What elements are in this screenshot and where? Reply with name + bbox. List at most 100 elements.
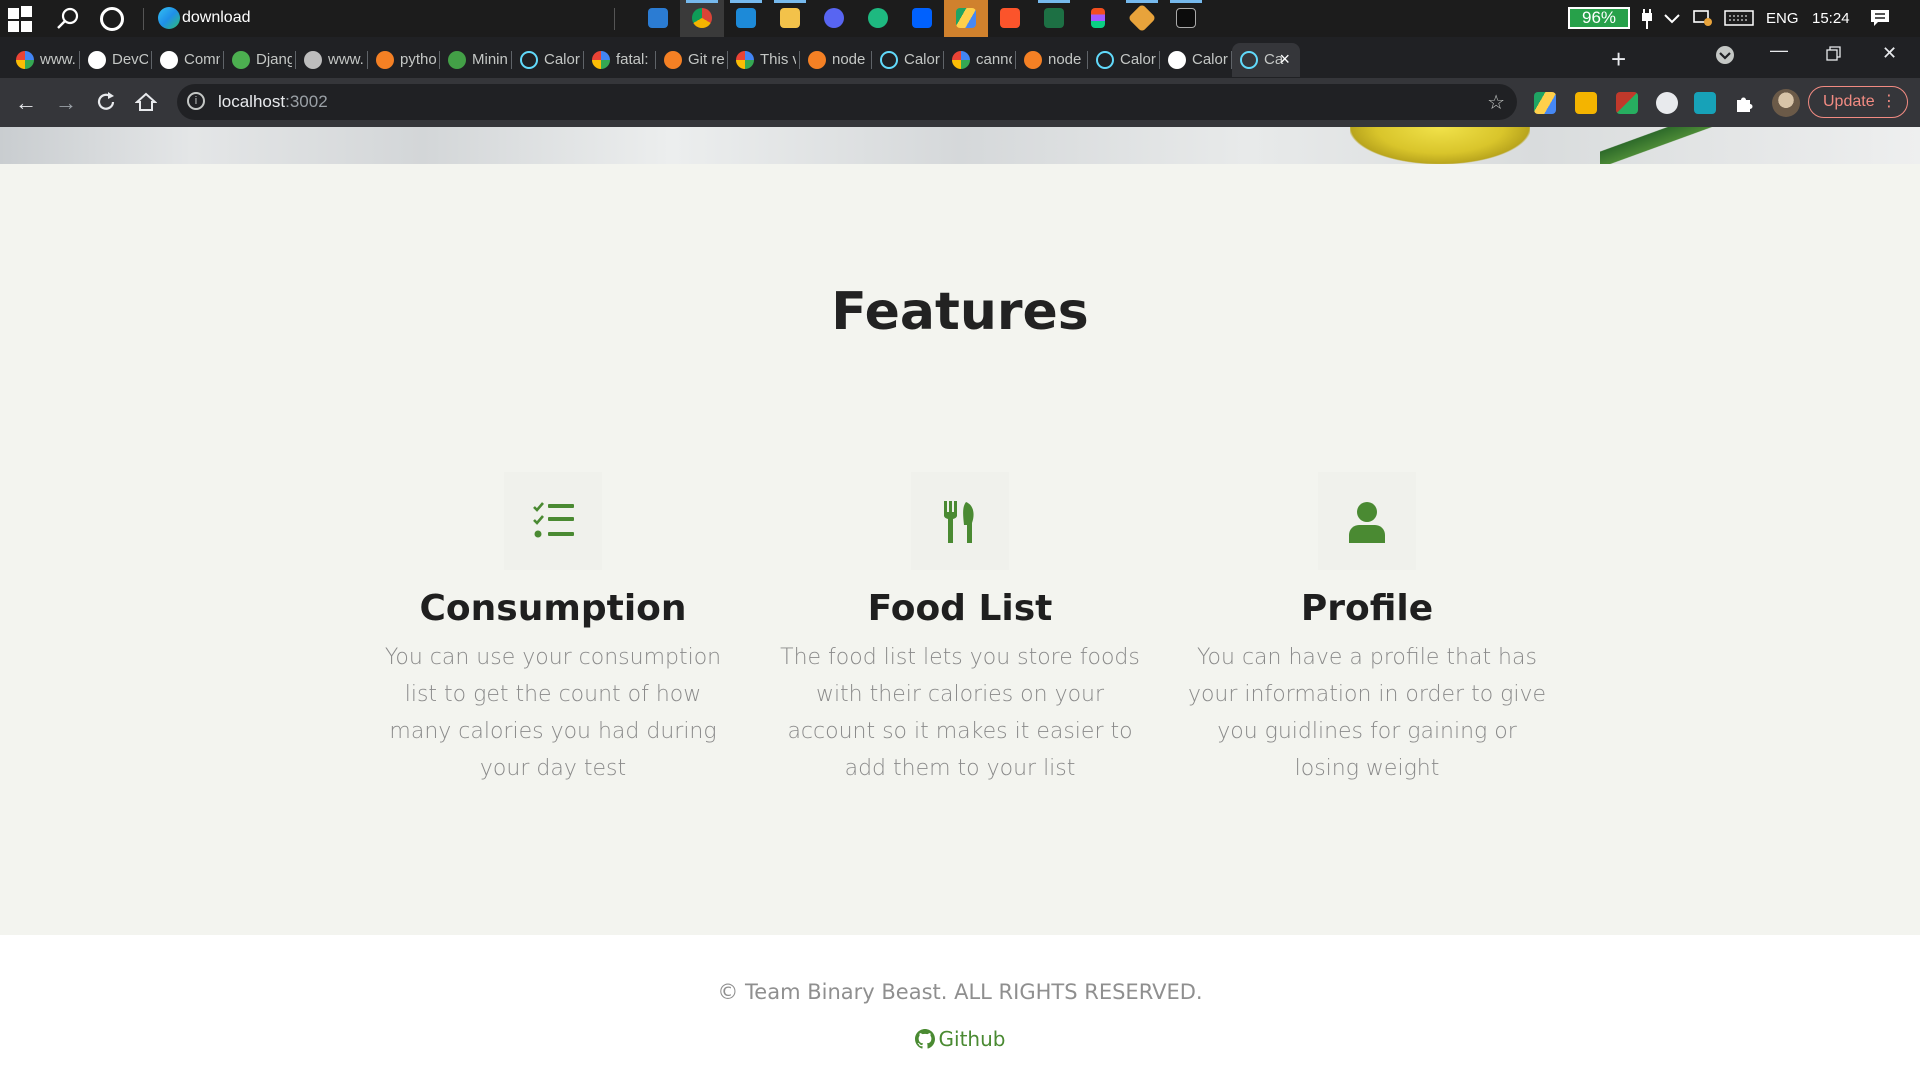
chevron-up-icon[interactable]	[1663, 9, 1683, 27]
running-indicator	[1126, 0, 1158, 3]
bookmark-star-icon[interactable]: ☆	[1487, 90, 1505, 115]
browser-tab[interactable]: Calori	[512, 43, 584, 77]
browser-tab-title: DevC	[112, 51, 148, 68]
vscode-icon	[736, 8, 756, 28]
task-list-icon	[533, 502, 574, 538]
browser-tab[interactable]: pytho	[368, 43, 440, 77]
windows-start-icon[interactable]	[8, 6, 34, 32]
taskbar-chrome-app[interactable]	[680, 0, 724, 37]
feature-description: You can have a profile that has your inf…	[1187, 645, 1547, 781]
browser-tab[interactable]: Minin	[440, 43, 512, 77]
search-icon[interactable]	[55, 6, 81, 32]
taskbar-discord-app[interactable]	[812, 0, 856, 37]
forward-arrow-icon[interactable]: →	[54, 91, 78, 115]
browser-tab-title: Git re	[688, 51, 724, 68]
browser-tab-title: Calori	[904, 51, 940, 68]
feature-description: The food list lets you store foods with …	[780, 645, 1140, 781]
taskbar-terminal-app[interactable]	[1164, 0, 1208, 37]
folder-icon	[780, 8, 800, 28]
taskbar-mail-app[interactable]	[636, 0, 680, 37]
browser-tab-title: Djang	[256, 51, 292, 68]
clock[interactable]: 15:24	[1812, 10, 1850, 27]
github-icon	[1168, 51, 1186, 69]
browser-tab[interactable]: fatal:	[584, 43, 656, 77]
github-icon	[160, 51, 178, 69]
taskbar-figma-app[interactable]	[1076, 0, 1120, 37]
pineapple-leaves-image	[1600, 127, 1720, 164]
new-tab-button[interactable]: +	[1611, 44, 1626, 75]
cortana-icon[interactable]	[100, 7, 124, 31]
browser-tab[interactable]: www.	[296, 43, 368, 77]
close-window-button[interactable]: ✕	[1882, 43, 1897, 64]
gitkraken-icon	[868, 8, 888, 28]
terminal-icon	[1176, 8, 1196, 28]
close-tab-icon[interactable]: ×	[1279, 49, 1290, 70]
taskbar-excel-app[interactable]	[1032, 0, 1076, 37]
taskbar-sourcetree-app[interactable]	[1120, 0, 1164, 37]
running-indicator	[686, 0, 718, 3]
taskbar-drive-app[interactable]	[944, 0, 988, 37]
brave-icon	[1000, 8, 1020, 28]
running-indicator	[1170, 0, 1202, 3]
url-host: localhost	[218, 92, 286, 111]
browser-tab-title: fatal:	[616, 51, 649, 68]
google-icon	[592, 51, 610, 69]
address-bar[interactable]: i localhost:3002 ☆	[177, 84, 1517, 120]
taskbar-gitkraken-app[interactable]	[856, 0, 900, 37]
fork-knife-icon	[944, 501, 974, 543]
link-icon	[448, 51, 466, 69]
taskbar-window-label: download	[182, 9, 251, 26]
google-drive-extension-icon[interactable]	[1534, 92, 1556, 114]
taskbar-brave-app[interactable]	[988, 0, 1032, 37]
puzzle-extensions-icon[interactable]	[1734, 92, 1756, 114]
google-icon	[736, 51, 754, 69]
notifications-icon[interactable]	[1870, 9, 1890, 27]
react-icon	[520, 51, 538, 69]
github-link[interactable]: Github	[0, 1027, 1920, 1051]
taskbar-explorer-app[interactable]	[768, 0, 812, 37]
restore-button[interactable]	[1826, 46, 1842, 67]
browser-tab[interactable]: canno	[944, 43, 1016, 77]
update-button[interactable]: Update ⋮	[1808, 86, 1908, 118]
browser-tab[interactable]: This v	[728, 43, 800, 77]
stackoverflow-icon	[664, 51, 682, 69]
language-indicator[interactable]: ENG	[1766, 10, 1799, 27]
minimize-button[interactable]: —	[1770, 40, 1788, 61]
browser-tab[interactable]: Calori	[1160, 43, 1232, 77]
taskbar-dropbox-app[interactable]	[900, 0, 944, 37]
browser-tab[interactable]: Comn	[152, 43, 224, 77]
reload-icon[interactable]	[94, 91, 118, 115]
pineapple-image	[1350, 127, 1530, 164]
taskbar-vscode-app[interactable]	[724, 0, 768, 37]
site-info-icon[interactable]: i	[187, 92, 205, 110]
browser-tab[interactable]: node	[1016, 43, 1088, 77]
back-arrow-icon[interactable]: ←	[14, 91, 38, 115]
discord-icon	[824, 8, 844, 28]
browser-tab[interactable]: Calori	[872, 43, 944, 77]
feature-food-list: Food List The food list lets you store f…	[780, 472, 1140, 787]
extension-badge-icon[interactable]	[1616, 92, 1638, 114]
color-picker-extension-icon[interactable]	[1656, 92, 1678, 114]
hero-image	[0, 127, 1920, 164]
browser-tab[interactable]: Ca ×	[1232, 43, 1300, 77]
feature-profile: Profile You can have a profile that has …	[1187, 472, 1547, 787]
browser-tab[interactable]: node	[800, 43, 872, 77]
wappalyzer-extension-icon[interactable]	[1694, 92, 1716, 114]
mail-icon	[648, 8, 668, 28]
keep-extension-icon[interactable]	[1575, 92, 1597, 114]
taskbar-active-window[interactable]: download	[156, 0, 616, 37]
browser-tab[interactable]: DevC	[80, 43, 152, 77]
tab-search-icon[interactable]	[1714, 44, 1738, 68]
network-icon[interactable]	[1693, 9, 1713, 27]
profile-avatar[interactable]	[1772, 89, 1800, 117]
browser-tab[interactable]: Calori	[1088, 43, 1160, 77]
browser-tab[interactable]: www.	[8, 43, 80, 77]
kebab-menu-icon[interactable]: ⋮	[1881, 87, 1897, 117]
url-text[interactable]: localhost:3002	[218, 92, 328, 112]
browser-tab-title: This v	[760, 51, 796, 68]
keyboard-icon[interactable]	[1724, 9, 1754, 27]
battery-indicator[interactable]: 96%	[1568, 7, 1630, 29]
browser-tab[interactable]: Djang	[224, 43, 296, 77]
home-icon[interactable]	[134, 91, 158, 115]
browser-tab[interactable]: Git re	[656, 43, 728, 77]
